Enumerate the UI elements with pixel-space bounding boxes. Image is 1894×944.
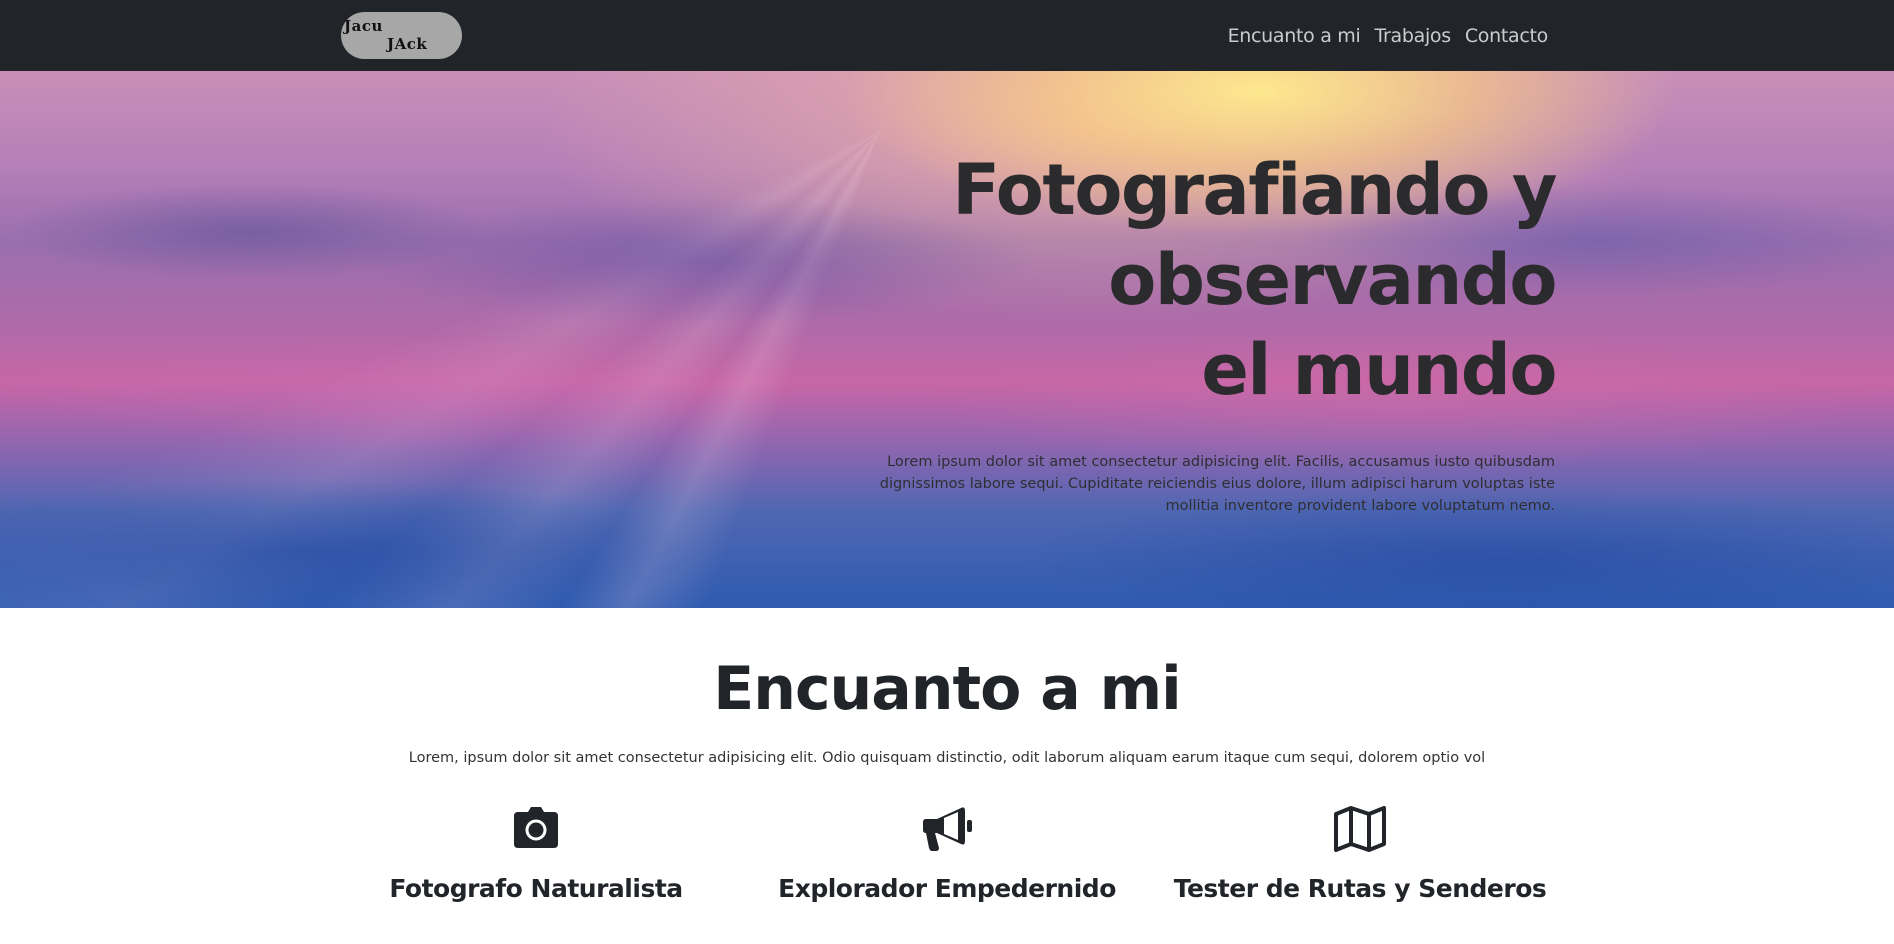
logo-line-1: Jacu	[344, 17, 383, 35]
feature-fotografo: Fotografo Naturalista	[336, 806, 736, 906]
feature-title: Explorador Empedernido	[778, 874, 1116, 903]
nav-links: Encuanto a mi Trabajos Contacto	[1228, 22, 1549, 50]
feature-title: Fotografo Naturalista	[389, 874, 683, 903]
logo[interactable]: Jacu JAck	[341, 12, 462, 59]
hero-title-line-1: Fotografiando y	[952, 149, 1557, 231]
megaphone-icon	[923, 807, 972, 851]
map-icon	[1334, 806, 1386, 852]
hero-title-line-3: el mundo	[1201, 329, 1557, 411]
hero-banner: Fotografiando y observando el mundo Lore…	[0, 71, 1894, 608]
feature-title: Tester de Rutas y Senderos	[1173, 874, 1547, 903]
navbar: Jacu JAck Encuanto a mi Trabajos Contact…	[0, 0, 1894, 71]
hero-title-line-2: observando	[1108, 239, 1557, 321]
hero-title: Fotografiando y observando el mundo	[856, 145, 1557, 415]
about-title: Encuanto a mi	[713, 654, 1181, 724]
camera-icon	[514, 807, 558, 848]
nav-link-encuanto[interactable]: Encuanto a mi	[1228, 25, 1361, 47]
about-text: Lorem, ipsum dolor sit amet consectetur …	[408, 750, 1486, 766]
hero-text: Lorem ipsum dolor sit amet consectetur a…	[879, 454, 1555, 514]
feature-tester: Tester de Rutas y Senderos	[1160, 806, 1560, 906]
feature-explorador: Explorador Empedernido	[747, 806, 1147, 906]
nav-link-contacto[interactable]: Contacto	[1465, 25, 1548, 47]
logo-line-2: JAck	[387, 35, 428, 53]
nav-link-trabajos[interactable]: Trabajos	[1374, 25, 1451, 47]
